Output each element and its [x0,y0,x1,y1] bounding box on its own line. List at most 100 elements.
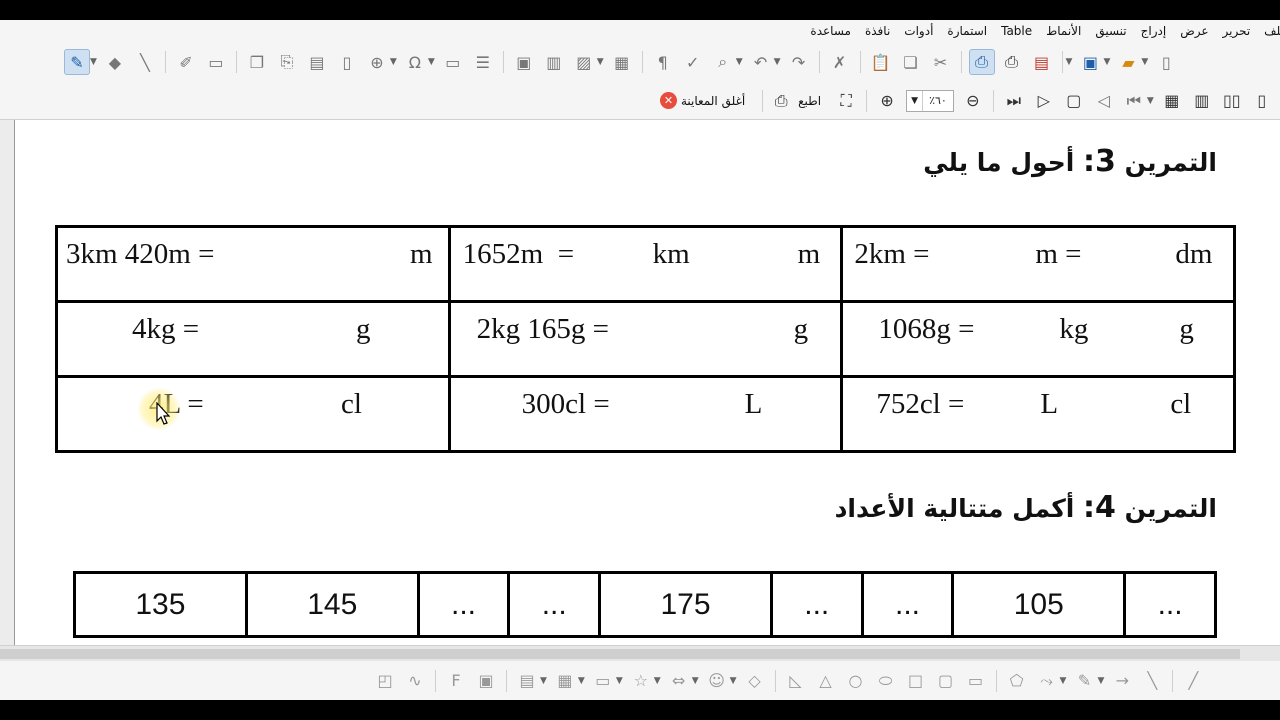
line-icon[interactable]: ╲ [1139,668,1165,694]
spellcheck-icon[interactable]: ✓ [680,49,706,75]
rectangle-icon[interactable]: ▭ [963,668,989,694]
double-arrow-icon[interactable]: ⇔ [666,668,692,694]
smiley-icon[interactable]: ☺ [704,668,730,694]
sequence-cell[interactable]: 175 [598,571,773,638]
callout-icon[interactable]: ▤ [514,668,540,694]
zoom-out-icon[interactable]: ⊖ [960,88,986,114]
menu-tools[interactable]: أدوات [897,24,940,38]
dropdown-arrow-icon[interactable]: ▼ [540,676,547,686]
dropdown-arrow-icon[interactable]: ▼ [1103,57,1110,67]
copy-icon[interactable]: ❏ [898,49,924,75]
fullscreen-icon[interactable]: ⛶ [833,88,859,114]
menu-table[interactable]: Table [994,24,1039,38]
print-icon[interactable]: ⎙ [999,49,1025,75]
table-cell[interactable]: 4L = cl [55,375,451,453]
sequence-cell[interactable]: ... [860,571,955,638]
table-cell[interactable]: 300cl = L [447,375,844,453]
dropdown-arrow-icon[interactable]: ▼ [1147,96,1154,106]
paste-icon[interactable]: 📋 [868,49,894,75]
bezier-icon[interactable]: ⤳ [1034,668,1060,694]
scrollbar-thumb[interactable] [0,649,1240,659]
fontwork-icon[interactable]: F [443,668,469,694]
table-cell[interactable]: 1068g = kg g [840,300,1236,378]
dropdown-arrow-icon[interactable]: ▼ [736,57,743,67]
freeform-icon[interactable]: ✎ [1071,668,1097,694]
cross-reference-icon[interactable]: ⎘ [274,49,300,75]
menu-format[interactable]: تنسيق [1088,24,1133,38]
cut-icon[interactable]: ✂ [928,49,954,75]
menu-file[interactable]: ملف [1257,24,1280,38]
menu-insert[interactable]: إدراج [1134,24,1174,38]
right-triangle-icon[interactable]: ◺ [783,668,809,694]
export-pdf-icon[interactable]: ▤ [1029,49,1055,75]
horizontal-scrollbar[interactable] [0,645,1280,661]
page-break-icon[interactable]: ▭ [440,49,466,75]
speech-bubble-icon[interactable]: ▭ [590,668,616,694]
polygon-icon[interactable]: ⬠ [1004,668,1030,694]
table-cell[interactable]: 3km 420m = m [55,225,451,303]
menu-window[interactable]: نافذة [858,24,897,38]
index-icon[interactable]: ▤ [304,49,330,75]
clear-formatting-icon[interactable]: ✗ [827,49,853,75]
menu-styles[interactable]: الأنماط [1039,24,1088,38]
save-icon[interactable]: ▣ [1077,49,1103,75]
chart-icon[interactable]: ▥ [541,49,567,75]
table-icon[interactable]: ▦ [609,49,635,75]
two-pages-icon[interactable]: ▯▯ [1219,88,1245,114]
formatting-marks-icon[interactable]: ¶ [650,49,676,75]
field-icon[interactable]: ☰ [470,49,496,75]
square-icon[interactable]: □ [903,668,929,694]
footnote-icon[interactable]: ▯ [334,49,360,75]
sequence-cell[interactable]: ... [416,571,511,638]
table-cell[interactable]: 2km = m = dm [840,225,1236,303]
dropdown-arrow-icon[interactable]: ▼ [730,676,737,686]
table-cell[interactable]: 2kg 165g = g [447,300,844,378]
rounded-rectangle-icon[interactable]: ▢ [933,668,959,694]
arrow-line-icon[interactable]: → [1109,668,1135,694]
dropdown-arrow-icon[interactable]: ▼ [428,57,435,67]
curve-icon[interactable]: ∿ [402,668,428,694]
comment-icon[interactable]: ▭ [203,49,229,75]
open-folder-icon[interactable]: ▰ [1115,49,1141,75]
dropdown-arrow-icon[interactable]: ▼ [1141,57,1148,67]
redo-icon[interactable]: ↷ [786,49,812,75]
dropdown-arrow-icon[interactable]: ▼ [774,57,781,67]
multi-page-icon[interactable]: ▦ [1159,88,1185,114]
copy-format-icon[interactable]: ❐ [244,49,270,75]
sequence-cell[interactable]: 135 [73,571,248,638]
dropdown-arrow-icon[interactable]: ▼ [654,676,661,686]
edit-document-icon[interactable]: ✐ [173,49,199,75]
previous-page-icon[interactable]: ◁ [1091,88,1117,114]
special-character-icon[interactable]: Ω [402,49,428,75]
text-box-icon[interactable]: ▣ [511,49,537,75]
ellipse-icon[interactable]: ⬭ [873,668,899,694]
table-cell[interactable]: 4kg = g [55,300,451,378]
print-button[interactable]: اطبع ⎙ [768,88,821,114]
dropdown-arrow-icon[interactable]: ▼ [390,57,397,67]
sequence-cell[interactable]: ... [769,571,864,638]
circle-icon[interactable]: ○ [843,668,869,694]
first-page-icon[interactable]: ⏮ [1121,88,1147,114]
hyperlink-icon[interactable]: ⊕ [364,49,390,75]
single-page-icon[interactable]: ▯ [1249,88,1275,114]
menu-view[interactable]: عرض [1173,24,1215,38]
dropdown-arrow-icon[interactable]: ▼ [616,676,623,686]
sequence-cell[interactable]: ... [507,571,602,638]
dropdown-arrow-icon[interactable]: ▼ [597,57,604,67]
zoom-select[interactable]: ▼ ٪٦٠ [906,89,954,112]
triangle-icon[interactable]: △ [813,668,839,694]
star-icon[interactable]: ☆ [628,668,654,694]
undo-icon[interactable]: ↶ [748,49,774,75]
sequence-cell[interactable]: ... [1123,571,1217,638]
diamond-icon[interactable]: ◇ [742,668,768,694]
block-arrows-icon[interactable]: ▦ [552,668,578,694]
line-tool-icon[interactable]: ╲ [132,49,158,75]
dropdown-arrow-icon[interactable]: ▼ [1066,57,1073,67]
dropdown-arrow-icon[interactable]: ▼ [1097,676,1104,686]
image-icon[interactable]: ▨ [571,49,597,75]
next-page-icon[interactable]: ▷ [1031,88,1057,114]
zoom-in-icon[interactable]: ⊕ [874,88,900,114]
table-cell[interactable]: 752cl = L cl [840,375,1236,453]
insert-line-icon[interactable]: ╱ [1180,668,1206,694]
dropdown-arrow-icon[interactable]: ▼ [1060,676,1067,686]
